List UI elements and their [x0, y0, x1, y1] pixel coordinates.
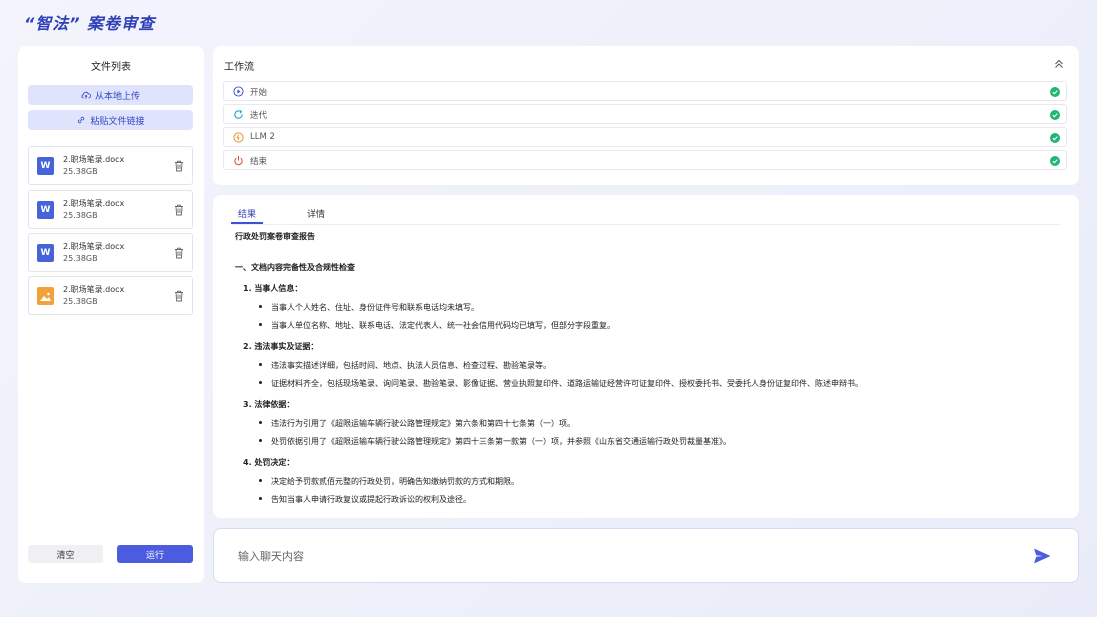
app-title: “智法” 案卷审查 [24, 14, 156, 33]
file-size: 25.38GB [63, 211, 98, 220]
file-item[interactable]: W 2.职场笔录.docx 25.38GB [28, 233, 193, 272]
file-size: 25.38GB [63, 297, 98, 306]
upload-local-button[interactable]: 从本地上传 [28, 85, 193, 105]
image-file-icon [37, 287, 54, 305]
upload-local-label: 从本地上传 [94, 91, 140, 102]
iterate-icon [234, 109, 243, 119]
llm-icon [233, 132, 244, 143]
tab-details[interactable]: 详情 [307, 207, 325, 220]
workflow-step-start[interactable]: 开始 [223, 81, 1067, 101]
bullet-item: 处罚依据引用了《超限运输车辆行驶公路管理规定》第四十三条第一款第（一）项，并参照… [259, 436, 1059, 447]
bullet-item: 当事人单位名称、地址、联系电话、法定代表人、统一社会信用代码均已填写，但部分字段… [259, 320, 1059, 331]
trash-icon[interactable] [174, 160, 184, 172]
file-list-panel: 文件列表 从本地上传 粘贴文件链接 W 2.职场笔录.docx 25.38GB … [18, 46, 204, 583]
bullet-list: 当事人个人姓名、住址、身份证件号和联系电话均未填写。 当事人单位名称、地址、联系… [259, 302, 1059, 331]
workflow-title: 工作流 [224, 62, 254, 73]
tab-result[interactable]: 结果 [238, 207, 256, 220]
workflow-step-label: 结束 [250, 157, 268, 167]
bullet-item: 当事人个人姓名、住址、身份证件号和联系电话均未填写。 [259, 302, 1059, 313]
trash-icon[interactable] [174, 204, 184, 216]
report-title: 行政处罚案卷审查报告 [235, 232, 315, 241]
file-item[interactable]: W 2.职场笔录.docx 25.38GB [28, 190, 193, 229]
active-tab-indicator [231, 222, 263, 224]
workflow-step-end[interactable]: 结束 [223, 150, 1067, 170]
file-size: 25.38GB [63, 254, 98, 263]
bullet-item: 违法行为引用了《超限运输车辆行驶公路管理规定》第六条和第四十七条第（一）项。 [259, 418, 1059, 429]
file-item[interactable]: 2.职场笔录.docx 25.38GB [28, 276, 193, 315]
check-circle-icon [1050, 156, 1060, 166]
run-button[interactable]: 运行 [117, 545, 193, 563]
check-circle-icon [1050, 133, 1060, 143]
file-name: 2.职场笔录.docx [63, 199, 125, 208]
bullet-item: 告知当事人申请行政复议或提起行政诉讼的权利及途径。 [259, 494, 1059, 505]
workflow-step-iterate[interactable]: 迭代 [223, 104, 1067, 124]
check-circle-icon [1050, 110, 1060, 120]
bullet-list: 违法事实描述详细，包括时间、地点、执法人员信息、检查过程、勘验笔录等。 证据材料… [259, 360, 1059, 389]
result-panel: 结果 详情 行政处罚案卷审查报告 一、文档内容完备性及合规性检查 1. 当事人信… [213, 195, 1079, 518]
file-name: 2.职场笔录.docx [63, 155, 125, 164]
workflow-step-label: LLM 2 [250, 132, 275, 142]
cloud-upload-icon [81, 91, 91, 99]
clear-button[interactable]: 清空 [28, 545, 103, 563]
bullet-item: 违法事实描述详细，包括时间、地点、执法人员信息、检查过程、勘验笔录等。 [259, 360, 1059, 371]
word-doc-icon: W [37, 244, 54, 262]
workflow-step-llm[interactable]: LLM 2 [223, 127, 1067, 147]
chat-input[interactable] [238, 546, 998, 566]
word-doc-icon: W [37, 157, 54, 175]
file-size: 25.38GB [63, 167, 98, 176]
section-heading: 一、文档内容完备性及合规性检查 [235, 263, 355, 272]
bullet-list: 决定给予罚款贰佰元整的行政处罚，明确告知缴纳罚款的方式和期限。 告知当事人申请行… [259, 476, 1059, 505]
workflow-step-label: 开始 [250, 88, 268, 98]
play-icon [233, 86, 244, 97]
word-doc-icon: W [37, 201, 54, 219]
file-list-title: 文件列表 [91, 62, 131, 73]
trash-icon[interactable] [174, 247, 184, 259]
trash-icon[interactable] [174, 290, 184, 302]
bullet-item: 证据材料齐全，包括现场笔录、询问笔录、勘验笔录、影像证据、营业执照复印件、道路运… [259, 378, 1059, 389]
bullet-item: 决定给予罚款贰佰元整的行政处罚，明确告知缴纳罚款的方式和期限。 [259, 476, 1059, 487]
check-circle-icon [1050, 87, 1060, 97]
link-icon [78, 116, 85, 124]
subsection-heading: 1. 当事人信息： [243, 284, 303, 293]
workflow-step-label: 迭代 [250, 111, 268, 121]
chevron-up-double-icon[interactable] [1053, 58, 1065, 70]
bullet-list: 违法行为引用了《超限运输车辆行驶公路管理规定》第六条和第四十七条第（一）项。 处… [259, 418, 1059, 447]
power-icon [234, 155, 243, 166]
report-content: 行政处罚案卷审查报告 一、文档内容完备性及合规性检查 1. 当事人信息： 当事人… [235, 231, 1059, 515]
paste-link-button[interactable]: 粘贴文件链接 [28, 110, 193, 130]
file-item[interactable]: W 2.职场笔录.docx 25.38GB [28, 146, 193, 185]
subsection-heading: 4. 处罚决定： [243, 458, 295, 467]
send-icon[interactable] [1032, 546, 1052, 566]
workflow-panel: 工作流 开始 迭代 LLM 2 结束 [213, 46, 1079, 185]
file-name: 2.职场笔录.docx [63, 242, 125, 251]
paste-link-label: 粘贴文件链接 [90, 116, 145, 127]
subsection-heading: 2. 违法事实及证据： [243, 342, 319, 351]
tabs-divider [231, 224, 1061, 225]
file-name: 2.职场笔录.docx [63, 285, 125, 294]
subsection-heading: 3. 法律依据： [243, 400, 295, 409]
chat-input-bar [213, 528, 1079, 583]
